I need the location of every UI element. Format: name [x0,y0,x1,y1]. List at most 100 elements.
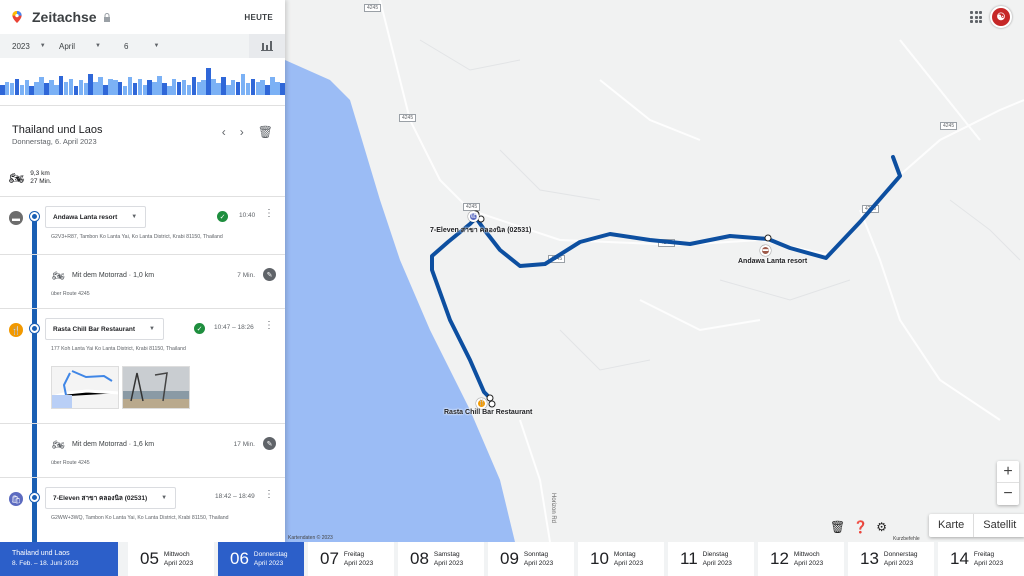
histogram-bar[interactable] [171,78,177,95]
histogram-bar[interactable] [19,84,25,95]
histogram-bar[interactable] [240,74,246,95]
place-name-dropdown[interactable]: 7-Eleven สาขา คลองนิล (02531) ▼ [45,487,177,509]
restaurant-icon[interactable]: 🍴 [476,398,487,409]
histogram-bar[interactable] [280,83,285,95]
histogram-bar[interactable] [34,81,39,95]
histogram-bar[interactable] [226,84,231,95]
histogram-bar[interactable] [211,78,216,95]
histogram-bar[interactable] [24,80,30,95]
histogram-bar[interactable] [270,77,275,95]
trash-icon[interactable]: 🗑 [258,125,273,139]
histogram-bar[interactable] [0,84,5,95]
photo-thumbnail[interactable] [51,366,119,409]
histogram-bar[interactable] [181,80,187,95]
histogram-bar[interactable] [58,75,64,95]
bar-chart-icon[interactable] [249,34,285,58]
photo-thumbnail[interactable] [122,366,190,409]
map-label-rasta[interactable]: Rasta Chill Bar Restaurant [444,409,532,416]
chevron-left-icon[interactable]: ‹ [222,125,226,139]
edit-icon[interactable]: ✎ [263,268,276,281]
histogram-bar[interactable] [98,77,103,95]
day-tab[interactable]: 13 Donnerstag April 2023 [848,542,934,576]
histogram-bar[interactable] [39,77,44,95]
more-vert-icon[interactable]: ⋮ [264,490,274,500]
histogram-bar[interactable] [117,81,123,95]
day-tab[interactable]: 11 Dienstag April 2023 [668,542,754,576]
map-type-map-button[interactable]: Karte [929,514,975,537]
histogram-bar[interactable] [235,81,241,95]
histogram-bar[interactable] [132,83,138,95]
histogram-bar[interactable] [113,80,118,95]
timeline-movement[interactable]: 🏍 Mit dem Motorrad · 1,0 km 7 Min. ✎ übe… [0,254,285,309]
histogram-bar[interactable] [54,84,59,95]
day-tab[interactable]: 09 Sonntag April 2023 [488,542,574,576]
histogram-bar[interactable] [216,83,221,95]
histogram-bar[interactable] [4,81,10,95]
day-tab[interactable]: 12 Mittwoch April 2023 [758,542,844,576]
day-tab[interactable]: 14 Freitag April 2023 [938,542,1024,576]
more-vert-icon[interactable]: ⋮ [264,209,274,219]
histogram-bar[interactable] [186,84,192,95]
histogram-bar[interactable] [250,78,256,95]
activity-histogram[interactable] [0,58,285,106]
histogram-bar[interactable] [275,81,280,95]
histogram-bar[interactable] [201,80,206,95]
timeline-place[interactable]: 🍴 Rasta Chill Bar Restaurant ▼ ✓ 10:47 – … [0,309,285,423]
day-tab[interactable]: 06 Donnerstag April 2023 [218,542,304,576]
histogram-bar[interactable] [49,80,54,95]
day-tab[interactable]: 08 Samstag April 2023 [398,542,484,576]
zoom-in-button[interactable]: + [997,461,1019,483]
histogram-bar[interactable] [88,74,93,95]
histogram-bar[interactable] [152,81,157,95]
map-label-seven-eleven[interactable]: 7-Eleven สาขา คลองนิล (02531) [430,225,531,236]
histogram-bar[interactable] [147,80,152,95]
histogram-bar[interactable] [93,81,98,95]
histogram-bar[interactable] [142,84,147,95]
map-label-andawa[interactable]: Andawa Lanta resort [738,258,807,265]
histogram-bar[interactable] [206,68,211,95]
place-name-dropdown[interactable]: Rasta Chill Bar Restaurant ▼ [45,318,164,340]
month-dropdown[interactable]: April ▼ [59,42,124,51]
histogram-bar[interactable] [63,81,69,95]
year-dropdown[interactable]: 2023 ▼ [12,42,59,51]
edit-icon[interactable]: ✎ [263,437,276,450]
histogram-bar[interactable] [167,86,172,95]
histogram-bar[interactable] [103,84,108,95]
histogram-bar[interactable] [68,78,74,95]
avatar[interactable]: ☯ [990,6,1012,28]
apps-grid-icon[interactable] [970,11,982,23]
trip-tab[interactable]: Thailand und Laos 8. Feb. – 18. Juni 202… [0,542,118,576]
histogram-bar[interactable] [108,78,113,95]
day-dropdown[interactable]: 6 ▼ [124,42,159,51]
histogram-bar[interactable] [73,86,79,95]
histogram-bar[interactable] [260,80,265,95]
histogram-bar[interactable] [245,83,251,95]
day-tab[interactable]: 07 Freitag April 2023 [308,542,394,576]
histogram-bar[interactable] [265,84,270,95]
timeline-place[interactable]: ▬ Andawa Lanta resort ▼ ✓ 10:40 ⋮ G2V3+R8… [0,197,285,254]
shopping-icon[interactable]: 🛍 [468,211,479,222]
chevron-right-icon[interactable]: › [240,125,244,139]
histogram-bar[interactable] [157,75,162,95]
histogram-bar[interactable] [78,80,84,95]
trash-icon[interactable]: 🗑 [830,520,845,534]
more-vert-icon[interactable]: ⋮ [264,321,274,331]
histogram-bar[interactable] [162,83,167,95]
histogram-bar[interactable] [176,81,182,95]
settings-gear-icon[interactable]: ⚙ [876,520,887,534]
histogram-bar[interactable] [44,83,49,95]
place-name-dropdown[interactable]: Andawa Lanta resort ▼ [45,206,147,228]
hotel-icon[interactable]: ▬ [760,245,771,256]
map-type-satellite-button[interactable]: Satellit [974,514,1024,537]
histogram-bar[interactable] [255,81,261,95]
zoom-out-button[interactable]: − [997,483,1019,505]
histogram-bar[interactable] [29,86,34,95]
help-icon[interactable]: ❓ [853,520,868,534]
timeline-place[interactable]: 🛍 7-Eleven สาขา คลองนิล (02531) ▼ 18:42 –… [0,478,285,535]
day-tab[interactable]: 10 Montag April 2023 [578,542,664,576]
histogram-bar[interactable] [221,77,226,95]
histogram-bar[interactable] [127,77,133,95]
timeline-movement[interactable]: 🏍 Mit dem Motorrad · 1,6 km 17 Min. ✎ üb… [0,423,285,478]
histogram-bar[interactable] [191,77,197,95]
histogram-bar[interactable] [137,78,143,95]
